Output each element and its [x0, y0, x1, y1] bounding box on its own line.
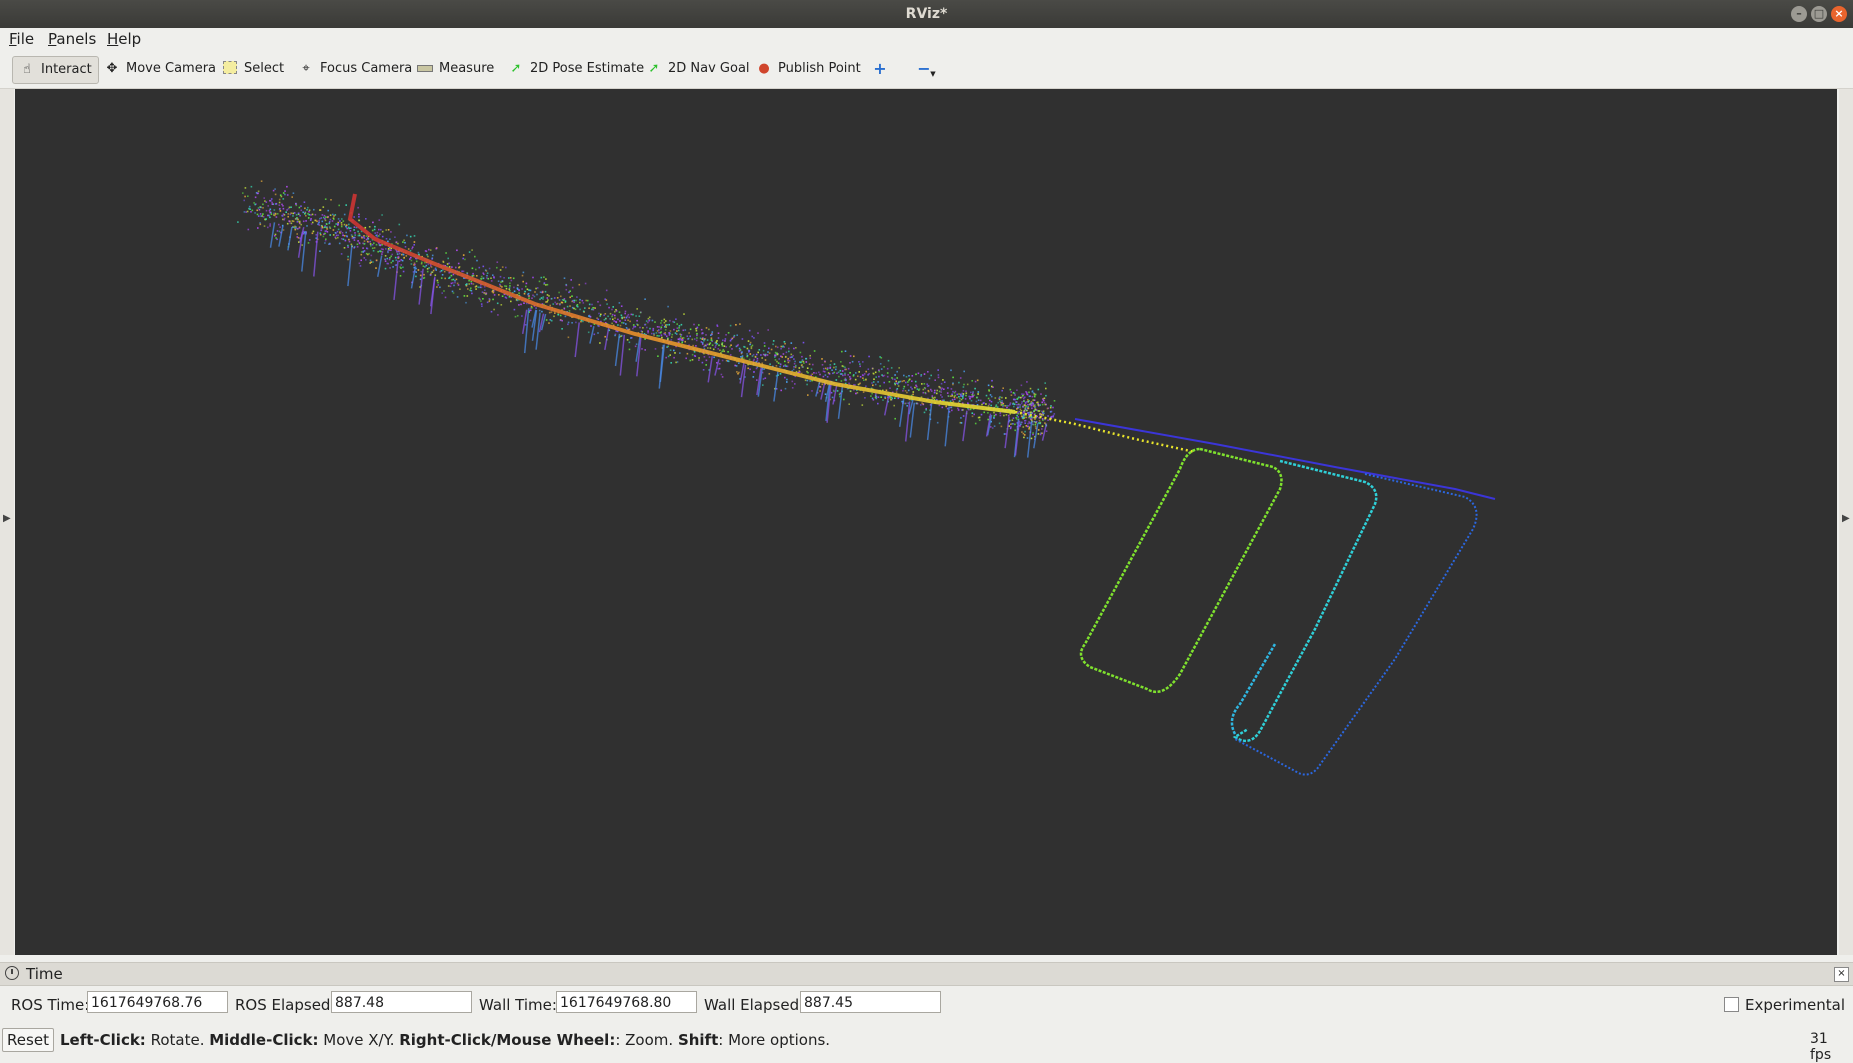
window-titlebar: RViz* – □ ×: [0, 0, 1853, 28]
reset-button[interactable]: Reset: [2, 1028, 54, 1052]
ros-elapsed-field[interactable]: 887.48: [331, 991, 472, 1013]
experimental-label: Experimental: [1745, 996, 1846, 1014]
menu-help[interactable]: Help: [107, 30, 141, 48]
move-arrows-icon: ✥: [106, 61, 118, 76]
select-box-icon: [222, 61, 238, 77]
triangle-right-icon: ▶: [1842, 513, 1850, 524]
plus-icon: +: [873, 59, 887, 78]
green-arrow-icon: ➚: [510, 61, 522, 76]
close-icon[interactable]: ×: [1834, 967, 1849, 982]
close-window-button[interactable]: ×: [1831, 6, 1847, 22]
pose-estimate-tool-button[interactable]: ➚ 2D Pose Estimate: [502, 56, 650, 82]
measure-tool-button[interactable]: Measure: [411, 56, 500, 82]
loop-blue: [1234, 473, 1478, 776]
window-title: RViz*: [905, 6, 948, 22]
ruler-icon: [417, 61, 433, 77]
loop-cyan: [1232, 459, 1378, 743]
clock-icon: [5, 966, 19, 980]
ros-elapsed-label: ROS Elapsed:: [235, 996, 336, 1014]
wall-time-label: Wall Time:: [479, 996, 557, 1014]
trajectory-core: [347, 193, 1016, 414]
fps-readout: 31 fps: [1810, 1031, 1832, 1063]
time-panel-fields: ROS Time: 1617649768.76 ROS Elapsed: 887…: [0, 986, 1853, 1020]
menu-panels[interactable]: Panels: [48, 30, 96, 48]
statusbar: Reset Left-Click: Rotate. Middle-Click: …: [0, 1026, 1853, 1063]
time-panel-header: Time ×: [0, 962, 1853, 986]
ros-time-label: ROS Time:: [11, 996, 90, 1014]
point-cloud: [237, 180, 1056, 458]
wall-elapsed-field[interactable]: 887.45: [800, 991, 941, 1013]
mouse-hint-text: Left-Click: Rotate. Middle-Click: Move X…: [60, 1031, 831, 1049]
add-tool-button[interactable]: +: [866, 56, 894, 82]
focus-camera-tool-button[interactable]: ⌖ Focus Camera: [292, 56, 418, 82]
minimize-button[interactable]: –: [1791, 6, 1807, 22]
dropdown-arrow-icon: ▼: [930, 70, 936, 78]
triangle-right-icon: ▶: [3, 513, 11, 524]
ros-time-field[interactable]: 1617649768.76: [87, 991, 228, 1013]
wall-time-field[interactable]: 1617649768.80: [556, 991, 697, 1013]
hand-icon: ☝: [23, 62, 31, 77]
point-cloud-scene: [237, 180, 1496, 776]
crosshair-icon: ⌖: [302, 61, 310, 76]
loop-cyan-bottom: [1230, 643, 1277, 735]
wall-elapsed-label: Wall Elapsed:: [704, 996, 805, 1014]
publish-point-tool-button[interactable]: ● Publish Point: [750, 56, 867, 82]
loop-green: [1079, 447, 1283, 694]
toolbar: ☝ Interact ✥ Move Camera Select ⌖ Focus …: [0, 50, 1853, 89]
maximize-button[interactable]: □: [1811, 6, 1827, 22]
interact-tool-button[interactable]: ☝ Interact: [12, 56, 99, 84]
menubar: File Panels Help: [0, 28, 1853, 50]
remove-tool-button[interactable]: − ▼: [910, 56, 942, 82]
menu-file[interactable]: File: [9, 30, 34, 48]
map-pin-icon: ●: [758, 61, 770, 76]
trajectory-blue-line: [1074, 418, 1496, 500]
nav-goal-tool-button[interactable]: ➚ 2D Nav Goal: [640, 56, 756, 82]
right-panel-collapse-handle[interactable]: ▶: [1839, 89, 1853, 955]
green-arrow-icon: ➚: [648, 61, 660, 76]
trajectory-tail: [1014, 410, 1196, 454]
left-panel-collapse-handle[interactable]: ▶: [0, 89, 14, 955]
experimental-checkbox[interactable]: [1724, 997, 1739, 1012]
3d-render-view[interactable]: [15, 89, 1837, 955]
time-panel-title: Time: [26, 965, 63, 983]
select-tool-button[interactable]: Select: [216, 56, 290, 82]
move-camera-tool-button[interactable]: ✥ Move Camera: [98, 56, 222, 82]
